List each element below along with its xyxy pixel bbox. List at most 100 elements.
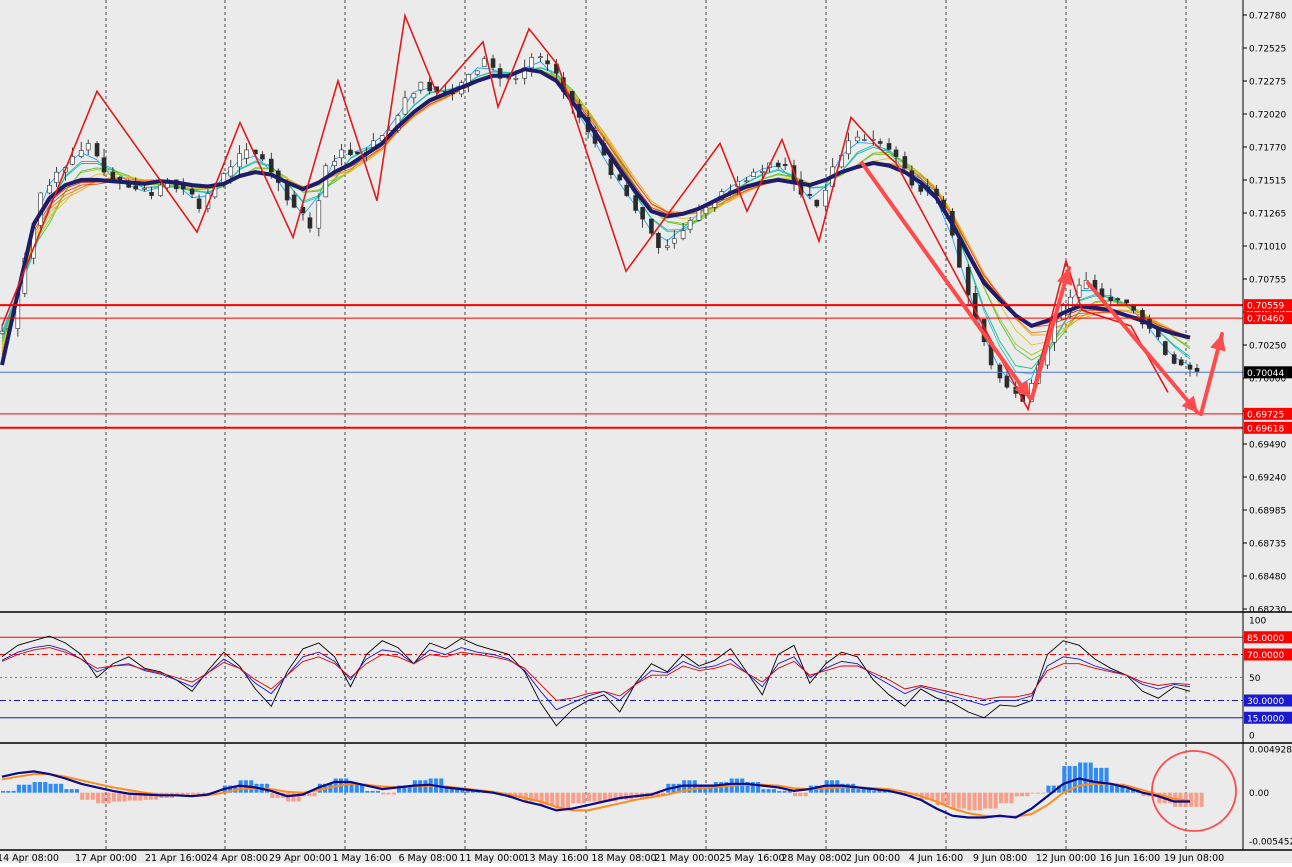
candle-body[interactable] — [807, 193, 813, 196]
candle-body[interactable] — [680, 230, 686, 239]
candle-body[interactable] — [744, 180, 749, 183]
level-label: 0.69725 — [1247, 410, 1284, 420]
time-label: 28 May 08:00 — [781, 853, 846, 863]
candle-body[interactable] — [158, 184, 163, 196]
trading-chart[interactable]: 14 Apr 08:00 17 Apr 00:00 21 Apr 16:00 24 A… — [0, 0, 1292, 864]
candle-body[interactable] — [965, 266, 971, 296]
macd-hist-bar — [576, 792, 581, 804]
candle-body[interactable] — [402, 97, 408, 115]
level-label: 0.70559 — [1247, 302, 1284, 312]
candle-body[interactable] — [751, 171, 756, 177]
candle-body[interactable] — [617, 174, 623, 181]
candle-body[interactable] — [687, 220, 693, 230]
candle-body[interactable] — [823, 189, 828, 207]
candle-body[interactable] — [1187, 364, 1193, 370]
candle-body[interactable] — [323, 165, 329, 198]
candle-body[interactable] — [339, 149, 344, 159]
candle-body[interactable] — [1004, 375, 1010, 388]
candle-body[interactable] — [1163, 341, 1168, 355]
candle-body[interactable] — [703, 207, 709, 215]
candle-body[interactable] — [775, 162, 781, 167]
price-tick-label: 0.71770 — [1249, 144, 1286, 154]
candle-body[interactable] — [656, 233, 661, 249]
candle-body[interactable] — [760, 171, 765, 173]
candle-body[interactable] — [85, 143, 91, 151]
candle-body[interactable] — [529, 57, 535, 69]
candle-body[interactable] — [1115, 298, 1121, 301]
macd-hist-bar — [961, 792, 967, 809]
candle-body[interactable] — [490, 58, 496, 68]
candle-body[interactable] — [1194, 367, 1200, 372]
candle-body[interactable] — [0, 330, 5, 335]
candle-body[interactable] — [78, 150, 84, 157]
candle-body[interactable] — [268, 158, 274, 173]
candle-body[interactable] — [1171, 354, 1177, 364]
candle-body[interactable] — [814, 199, 820, 207]
candle-body[interactable] — [110, 171, 116, 181]
candle-body[interactable] — [1067, 296, 1073, 309]
candle-body[interactable] — [142, 188, 147, 190]
candle-body[interactable] — [513, 77, 519, 80]
candle-body[interactable] — [418, 81, 424, 91]
candle-body[interactable] — [862, 139, 867, 141]
candle-body[interactable] — [189, 188, 195, 195]
candle-body[interactable] — [291, 194, 297, 208]
candle-body[interactable] — [671, 238, 677, 244]
candle-body[interactable] — [196, 198, 202, 209]
macd-hist-bar — [270, 792, 275, 798]
candle-body[interactable] — [332, 161, 337, 166]
macd-hist-bar — [761, 789, 766, 793]
macd-hist-bar — [756, 782, 761, 793]
candle-body[interactable] — [316, 200, 322, 229]
time-label: 21 Apr 16:00 — [145, 853, 207, 863]
candle-body[interactable] — [1124, 299, 1129, 304]
candle-body[interactable] — [664, 245, 670, 249]
candle-body[interactable] — [427, 81, 432, 92]
candle-body[interactable] — [54, 171, 59, 183]
chart-svg[interactable]: 14 Apr 08:00 17 Apr 00:00 21 Apr 16:00 24 A… — [0, 0, 1292, 864]
candle-body[interactable] — [474, 70, 480, 75]
candle-body[interactable] — [545, 60, 550, 65]
candle-body[interactable] — [348, 149, 353, 156]
candle-body[interactable] — [101, 157, 107, 173]
candle-body[interactable] — [94, 143, 100, 157]
candle-body[interactable] — [149, 192, 154, 196]
candle-body[interactable] — [355, 151, 360, 155]
candle-body[interactable] — [997, 364, 1003, 379]
macd-hist-bar — [1099, 767, 1104, 793]
candle-body[interactable] — [47, 185, 52, 194]
macd-hist-bar — [312, 792, 317, 797]
candle-body[interactable] — [244, 149, 249, 159]
candle-body[interactable] — [696, 209, 702, 221]
candle-body[interactable] — [1108, 296, 1114, 301]
candle-body[interactable] — [1178, 359, 1184, 366]
macd-hist-bar — [877, 790, 882, 793]
candle-body[interactable] — [237, 153, 242, 168]
candle-body[interactable] — [307, 217, 313, 229]
macd-hist-bar — [27, 784, 32, 793]
price-tick-label: 0.71010 — [1249, 243, 1286, 253]
candle-body[interactable] — [633, 195, 638, 211]
candle-body[interactable] — [260, 154, 265, 160]
candle-body[interactable] — [902, 156, 908, 169]
candle-body[interactable] — [782, 163, 788, 166]
candle-body[interactable] — [877, 141, 883, 144]
macd-hist-bar — [6, 790, 11, 793]
candle-body[interactable] — [624, 184, 630, 196]
candle-body[interactable] — [893, 149, 899, 157]
candle-body[interactable] — [411, 93, 417, 99]
candle-body[interactable] — [855, 136, 860, 142]
candle-body[interactable] — [886, 143, 892, 150]
candle-body[interactable] — [133, 185, 139, 190]
candle-body[interactable] — [481, 58, 487, 67]
candle-body[interactable] — [538, 56, 543, 58]
candle-body[interactable] — [228, 166, 234, 177]
macd-hist-bar — [1125, 789, 1130, 793]
candle-body[interactable] — [649, 218, 654, 234]
macd-hist-bar — [560, 792, 565, 809]
macd-hist-bar — [977, 792, 982, 811]
candle-body[interactable] — [846, 140, 851, 155]
macd-hist-bar — [771, 789, 776, 793]
candle-body[interactable] — [640, 207, 645, 220]
candle-body[interactable] — [972, 293, 978, 320]
